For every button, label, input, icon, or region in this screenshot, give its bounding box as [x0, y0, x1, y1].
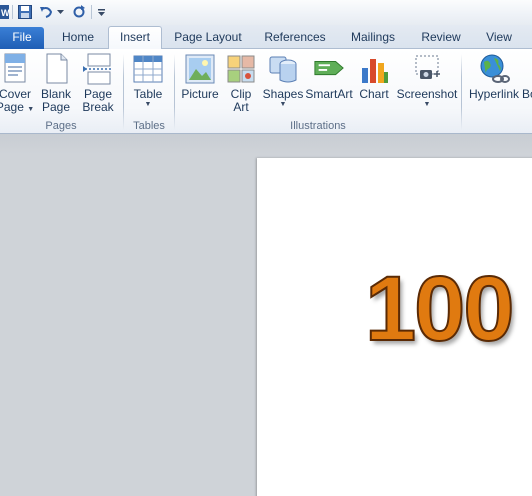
redo-icon[interactable]	[71, 3, 87, 21]
group-separator	[123, 54, 124, 130]
ribbon-tabs: File Home Insert Page Layout References …	[0, 25, 532, 50]
bookmark-icon	[522, 53, 532, 85]
smartart-button[interactable]: SmartArt	[305, 53, 353, 101]
chevron-down-icon: ▼	[27, 106, 35, 113]
group-label-pages: Pages	[45, 120, 77, 132]
chart-button[interactable]: Chart	[356, 53, 392, 101]
clip-art-label-line2: Art	[233, 100, 249, 114]
clip-art-button[interactable]: Clip Art	[224, 53, 258, 114]
picture-label: Picture	[181, 87, 219, 101]
tab-view[interactable]: View	[476, 27, 522, 49]
cover-page-label-line2: Page ▼	[0, 100, 35, 114]
group-label-tables: Tables	[133, 120, 165, 132]
page-break-button[interactable]: Page Break	[80, 53, 116, 114]
tab-home[interactable]: Home	[52, 27, 104, 49]
clip-art-icon	[225, 53, 257, 85]
page-break-icon	[82, 53, 114, 85]
chevron-down-icon: ▼	[423, 101, 431, 108]
document-workspace: 100	[0, 134, 532, 496]
picture-icon	[184, 53, 216, 85]
undo-dropdown-icon[interactable]	[56, 3, 64, 21]
blank-page-button[interactable]: Blank Page	[38, 53, 74, 114]
hyperlink-icon	[478, 53, 510, 85]
shapes-icon	[267, 53, 299, 85]
quick-access-toolbar: W	[0, 0, 532, 25]
svg-text:W: W	[1, 8, 10, 18]
qat-separator	[91, 5, 92, 19]
bookmark-label: Bo	[522, 87, 532, 101]
group-separator	[461, 54, 462, 130]
smartart-label: SmartArt	[305, 87, 353, 101]
chevron-down-icon: ▼	[279, 101, 287, 108]
document-page[interactable]: 100	[257, 158, 532, 496]
blank-page-label-line2: Page	[41, 100, 71, 114]
hyperlink-button[interactable]: Hyperlink	[466, 53, 522, 101]
save-icon[interactable]	[17, 3, 33, 21]
customize-qat-icon[interactable]	[95, 3, 107, 21]
chart-label: Chart	[359, 87, 389, 101]
qat-separator	[12, 5, 13, 19]
tab-references[interactable]: References	[258, 27, 332, 49]
cover-page-icon	[0, 53, 31, 85]
table-button[interactable]: Table ▼	[130, 53, 166, 109]
tab-page-layout[interactable]: Page Layout	[168, 27, 248, 49]
hyperlink-label: Hyperlink	[468, 87, 519, 101]
group-label-illustrations: Illustrations	[290, 120, 346, 132]
screenshot-label: Screenshot	[396, 87, 458, 101]
page-break-label-line2: Break	[82, 100, 114, 114]
bookmark-button[interactable]: Bo	[522, 53, 532, 101]
table-icon	[132, 53, 164, 85]
table-label: Table	[133, 87, 163, 101]
shapes-button[interactable]: Shapes ▼	[262, 53, 304, 109]
chart-icon	[358, 53, 390, 85]
ribbon-insert: Cover Page ▼ Blank Page Page Break Pages…	[0, 49, 532, 134]
picture-button[interactable]: Picture	[180, 53, 220, 101]
tab-review[interactable]: Review	[414, 27, 468, 49]
cover-page-button[interactable]: Cover Page ▼	[0, 53, 34, 114]
shapes-label: Shapes	[262, 87, 304, 101]
group-separator	[174, 54, 175, 130]
blank-page-icon	[40, 53, 72, 85]
tab-mailings[interactable]: Mailings	[342, 27, 404, 49]
tab-insert[interactable]: Insert	[108, 26, 162, 50]
screenshot-button[interactable]: Screenshot ▼	[396, 53, 458, 109]
document-text-100[interactable]: 100	[364, 262, 515, 356]
screenshot-icon	[411, 53, 443, 85]
chevron-down-icon: ▼	[144, 101, 152, 108]
undo-icon[interactable]	[38, 3, 54, 21]
tab-file[interactable]: File	[0, 27, 44, 49]
word-app-icon[interactable]: W	[0, 3, 10, 21]
smartart-icon	[313, 53, 345, 85]
